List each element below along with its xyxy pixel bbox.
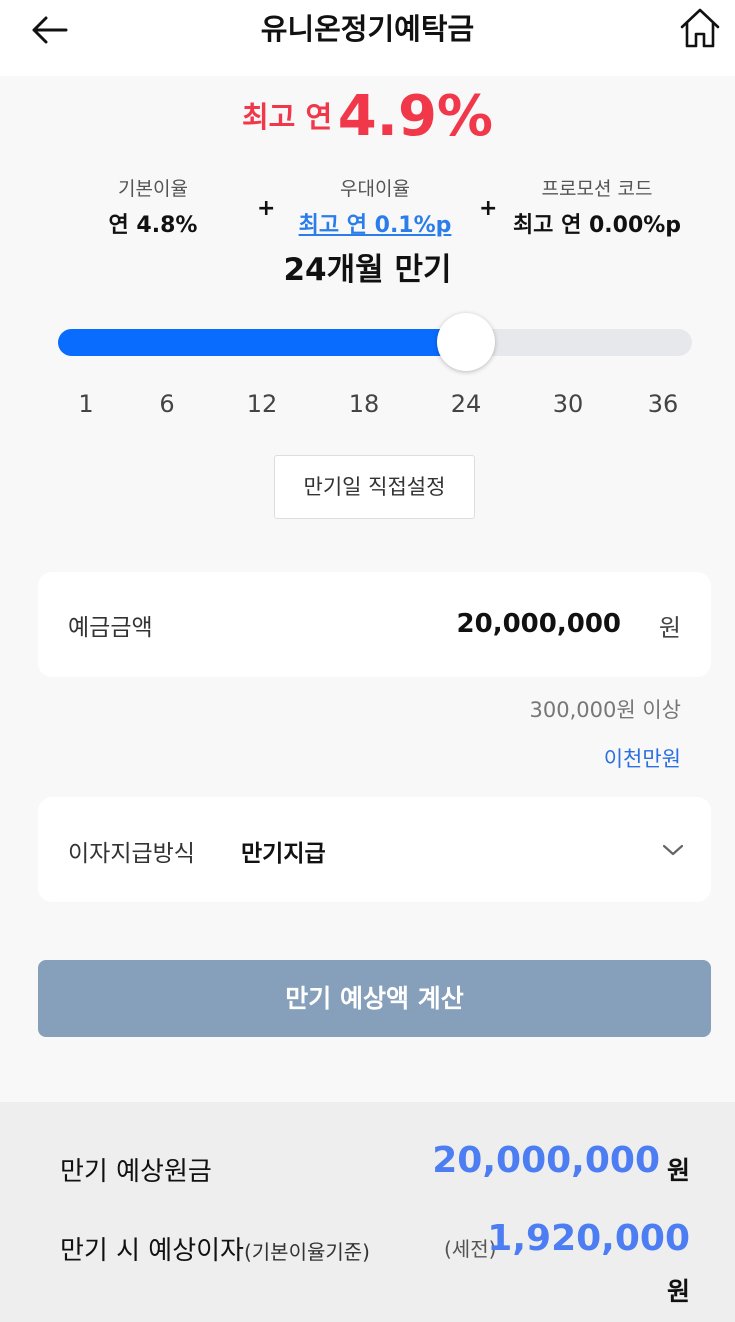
- interest-method-label: 이자지급방식: [68, 841, 195, 867]
- page-title: 유니온정기예탁금: [260, 12, 475, 46]
- minimum-amount-note: 300,000원 이상: [529, 698, 681, 722]
- home-button[interactable]: [676, 4, 724, 52]
- base-rate: 기본이율 연 4.8%: [78, 174, 228, 239]
- max-rate-value: 4.9%: [337, 84, 494, 149]
- expected-principal-label: 만기 예상원금: [60, 1157, 212, 1187]
- interest-method-value: 만기지급: [241, 841, 326, 867]
- expected-principal-unit: 원: [666, 1156, 690, 1185]
- home-icon: [680, 8, 720, 48]
- term-tick-6: 6: [159, 390, 175, 418]
- calculate-button[interactable]: 만기 예상액 계산: [38, 960, 711, 1037]
- expected-principal-value: 20,000,000: [432, 1140, 660, 1181]
- preferential-rate: 우대이율 최고 연 0.1%p: [280, 174, 470, 239]
- plus-sign: +: [479, 196, 498, 221]
- expected-interest-basis: (기본이율기준): [243, 1240, 370, 1264]
- promo-rate-value: 최고 연 0.00%p: [512, 213, 682, 238]
- term-slider-fill: [58, 329, 466, 356]
- pref-rate-label: 우대이율: [340, 178, 410, 200]
- expected-interest-value: 1,920,000: [487, 1218, 690, 1259]
- custom-maturity-button[interactable]: 만기일 직접설정: [274, 455, 475, 519]
- term-tick-36: 36: [647, 390, 679, 418]
- base-rate-value: 연 4.8%: [108, 213, 198, 238]
- chevron-down-icon: [662, 844, 684, 856]
- term-label: 24개월 만기: [283, 252, 452, 288]
- pref-rate-link[interactable]: 최고 연 0.1%p: [280, 207, 470, 239]
- plus-sign: +: [257, 196, 276, 221]
- term-tick-30: 30: [552, 390, 584, 418]
- deposit-amount-card[interactable]: 예금금액 20,000,000 원: [38, 572, 711, 677]
- expected-interest-label: 만기 시 예상이자(기본이율기준): [60, 1230, 370, 1267]
- app-header: 유니온정기예탁금: [0, 0, 735, 76]
- deposit-amount-input[interactable]: 20,000,000: [457, 609, 621, 639]
- base-rate-label: 기본이율: [118, 178, 188, 200]
- term-tick-24: 24: [450, 390, 482, 418]
- term-tick-1: 1: [78, 390, 94, 418]
- term-tick-12: 12: [246, 390, 278, 418]
- expected-interest-unit: 원: [666, 1277, 690, 1306]
- promo-rate: 프로모션 코드 최고 연 0.00%p: [502, 174, 692, 239]
- term-slider-thumb[interactable]: [437, 313, 495, 371]
- deposit-amount-label: 예금금액: [68, 615, 153, 641]
- promo-rate-label: 프로모션 코드: [541, 178, 653, 200]
- interest-method-select[interactable]: 이자지급방식 만기지급: [38, 797, 711, 902]
- result-panel: 만기 예상원금 20,000,000 원 만기 시 예상이자(기본이율기준) (…: [0, 1102, 735, 1322]
- max-rate-headline: 최고 연 4.9%: [0, 84, 735, 149]
- expected-interest-label-main: 만기 시 예상이자: [60, 1236, 244, 1266]
- amount-in-words: 이천만원: [603, 747, 681, 771]
- deposit-amount-unit: 원: [658, 614, 681, 642]
- term-tick-18: 18: [348, 390, 380, 418]
- max-rate-prefix: 최고 연: [241, 100, 333, 134]
